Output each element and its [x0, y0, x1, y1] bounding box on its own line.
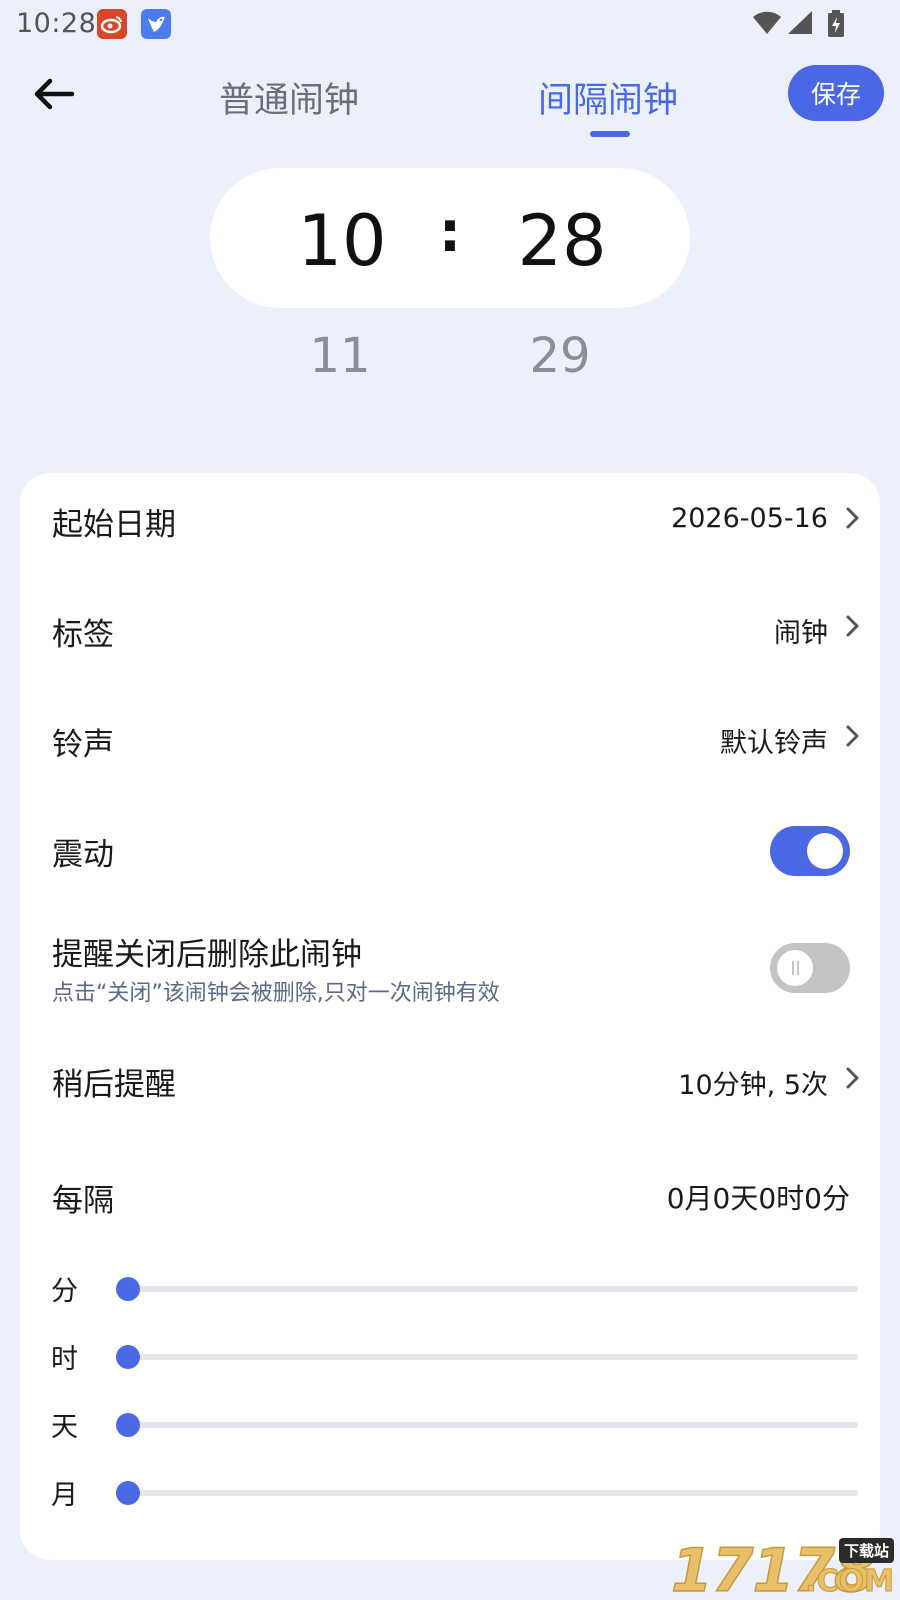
snooze-value: 10分钟, 5次 — [678, 1070, 828, 1101]
hour-picker-selected[interactable]: 10 — [272, 200, 412, 282]
header: 普通闹钟 间隔闹钟 保存 — [0, 58, 900, 148]
back-button[interactable] — [28, 68, 80, 120]
interval-row: 每隔 0月0天0时0分 — [20, 1149, 880, 1249]
watermark-badge: 下载站 — [838, 1538, 894, 1563]
signal-icon — [786, 10, 814, 40]
delete-after-close-description: 点击“关闭”该闹钟会被删除,只对一次闹钟有效 — [52, 981, 500, 1006]
chevron-right-icon — [846, 725, 859, 747]
minute-slider-row: 分 — [20, 1263, 880, 1313]
start-date-row[interactable]: 起始日期 2026-05-16 — [20, 473, 880, 573]
ringtone-row[interactable]: 铃声 默认铃声 — [20, 691, 880, 791]
active-tab-indicator — [590, 131, 630, 137]
vibrate-label: 震动 — [52, 837, 114, 873]
tag-value: 闹钟 — [774, 618, 828, 649]
battery-charging-icon — [826, 10, 846, 42]
month-slider-label: 月 — [51, 1480, 78, 1511]
delete-after-close-toggle[interactable] — [770, 943, 850, 993]
delete-after-close-row: 提醒关闭后删除此闹钟 点击“关闭”该闹钟会被删除,只对一次闹钟有效 — [20, 909, 880, 1019]
save-button[interactable]: 保存 — [788, 65, 884, 121]
hour-slider-track[interactable] — [118, 1354, 858, 1360]
month-slider-row: 月 — [20, 1467, 880, 1517]
tag-label: 标签 — [52, 617, 114, 653]
tab-normal-alarm[interactable]: 普通闹钟 — [219, 72, 359, 123]
day-slider-label: 天 — [51, 1412, 78, 1443]
day-slider-track[interactable] — [118, 1422, 858, 1428]
pause-icon — [790, 961, 800, 975]
minute-picker-selected[interactable]: 28 — [492, 200, 632, 282]
tag-row[interactable]: 标签 闹钟 — [20, 581, 880, 681]
weibo-app-icon — [97, 9, 127, 39]
minute-picker-next[interactable]: 29 — [490, 328, 630, 384]
bird-app-icon — [141, 9, 171, 39]
day-slider-thumb[interactable] — [116, 1413, 140, 1437]
interval-label: 每隔 — [52, 1183, 114, 1219]
month-slider-track[interactable] — [118, 1490, 858, 1496]
snooze-label: 稍后提醒 — [52, 1067, 176, 1103]
status-time: 10:28 — [16, 8, 97, 39]
ringtone-label: 铃声 — [52, 727, 114, 763]
ringtone-value: 默认铃声 — [720, 728, 828, 759]
status-bar: 10:28 — [0, 0, 900, 48]
start-date-value: 2026-05-16 — [671, 503, 828, 534]
tab-interval-alarm[interactable]: 间隔闹钟 — [538, 72, 678, 123]
toggle-knob — [777, 950, 813, 986]
chevron-right-icon — [846, 1067, 859, 1089]
start-date-label: 起始日期 — [52, 507, 176, 543]
watermark-suffix: .COM — [805, 1564, 895, 1600]
chevron-right-icon — [846, 507, 859, 529]
site-watermark-logo: 17178 下载站 .COM — [670, 1535, 896, 1600]
hour-slider-thumb[interactable] — [116, 1345, 140, 1369]
arrow-left-icon — [34, 78, 75, 110]
time-separator: : — [438, 200, 462, 265]
toggle-knob — [807, 833, 843, 869]
settings-card: 起始日期 2026-05-16 标签 闹钟 铃声 默认铃声 震动 提醒关闭后删除… — [20, 473, 880, 1560]
hour-slider-label: 时 — [51, 1344, 78, 1375]
month-slider-thumb[interactable] — [116, 1481, 140, 1505]
interval-value: 0月0天0时0分 — [666, 1182, 850, 1215]
hour-slider-row: 时 — [20, 1331, 880, 1381]
vibrate-row: 震动 — [20, 801, 880, 901]
delete-after-close-label: 提醒关闭后删除此闹钟 — [52, 937, 362, 973]
minute-slider-label: 分 — [51, 1276, 78, 1307]
snooze-row[interactable]: 稍后提醒 10分钟, 5次 — [20, 1033, 880, 1133]
minute-slider-track[interactable] — [118, 1286, 858, 1292]
day-slider-row: 天 — [20, 1399, 880, 1449]
hour-picker-next[interactable]: 11 — [270, 328, 410, 384]
vibrate-toggle[interactable] — [770, 826, 850, 876]
wifi-icon — [752, 10, 782, 40]
chevron-right-icon — [846, 615, 859, 637]
minute-slider-thumb[interactable] — [116, 1277, 140, 1301]
